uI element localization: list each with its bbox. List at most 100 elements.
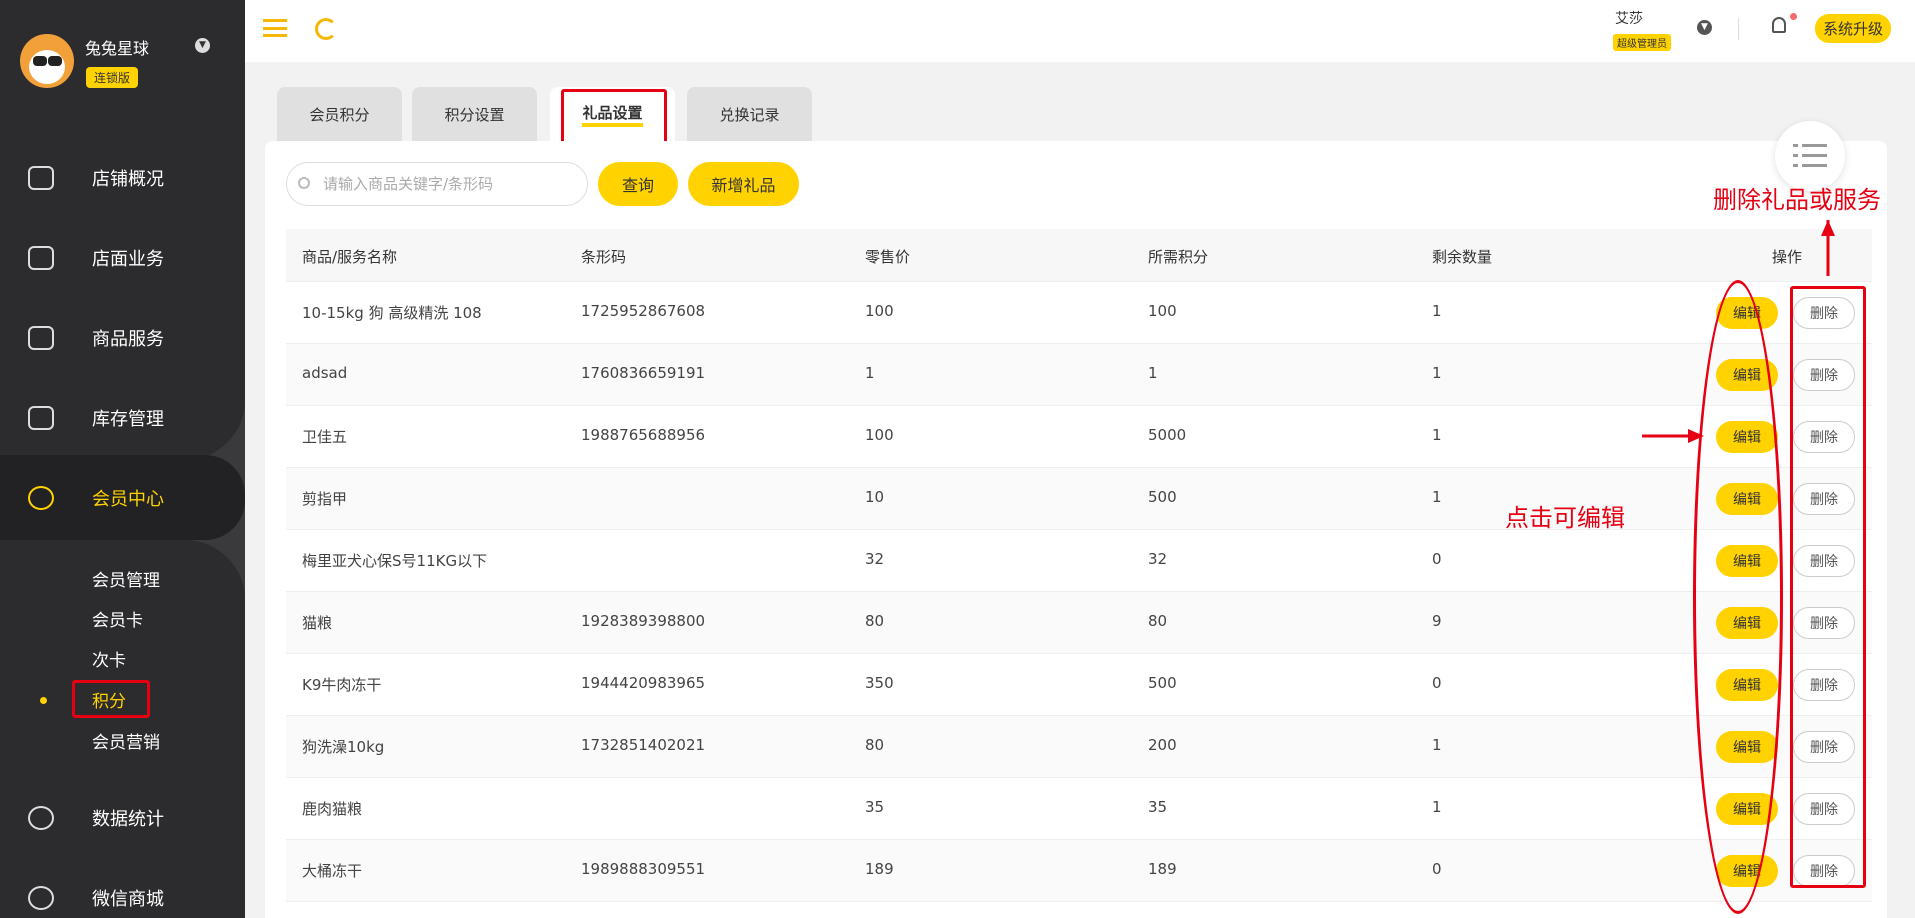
cell-stock: 0 (1432, 674, 1442, 692)
cell-points: 32 (1148, 550, 1168, 568)
table-row: 猫粮 1928389398800 80 80 9 编辑 删除 (286, 592, 1872, 654)
annotation-delete-note: 删除礼品或服务 (1713, 186, 1881, 214)
col-header-price: 零售价 (865, 248, 911, 266)
sub-item-member-card[interactable]: 会员卡 (92, 606, 143, 631)
list-icon-dot (1793, 154, 1798, 157)
table-row: 卫佳五 1988765688956 100 5000 1 编辑 删除 (286, 406, 1872, 468)
table-row: 剪指甲 10 500 1 编辑 删除 (286, 468, 1872, 530)
cell-name: 大桶冻干 (302, 862, 363, 880)
list-icon-line (1802, 154, 1827, 157)
cell-name: 猫粮 (302, 614, 333, 632)
sidebar-item-store-business[interactable]: 店面业务 (0, 238, 245, 278)
cell-price: 100 (865, 302, 894, 320)
sidebar-item-label: 数据统计 (92, 809, 164, 830)
chart-icon (28, 806, 54, 830)
table-row: 10-15kg 狗 高级精洗 108 1725952867608 100 100 1 编辑… (286, 282, 1872, 344)
add-gift-button[interactable]: 新增礼品 (688, 162, 799, 206)
user-role-badge: 超级管理员 (1613, 34, 1671, 51)
cell-price: 80 (865, 612, 885, 630)
cell-barcode: 1725952867608 (581, 302, 706, 320)
cell-stock: 0 (1432, 860, 1442, 878)
cell-name: 梅里亚犬心保S号11KG以下 (302, 552, 488, 570)
cell-points: 500 (1148, 674, 1177, 692)
cell-stock: 1 (1432, 426, 1442, 444)
tab-member-points[interactable]: 会员积分 (277, 87, 402, 141)
sidebar-item-label: 库存管理 (92, 409, 164, 430)
table-row: 梅里亚犬心保S号11KG以下 32 32 0 编辑 删除 (286, 530, 1872, 592)
sidebar-item-wechat-mall[interactable]: 微信商城 (0, 878, 245, 918)
col-header-barcode: 条形码 (581, 248, 627, 266)
sidebar: 兔兔星球 连锁版 ▼ 店铺概况 店面业务 商品服务 库存管理 会员中心 会员管理… (0, 0, 245, 918)
cell-price: 189 (865, 860, 894, 878)
col-header-name: 商品/服务名称 (302, 248, 398, 266)
list-icon-dot (1793, 164, 1798, 167)
user-chevron-down-icon[interactable]: ▼ (1697, 20, 1712, 35)
cell-barcode: 1928389398800 (581, 612, 706, 630)
wechat-icon (28, 886, 54, 910)
cell-price: 100 (865, 426, 894, 444)
sidebar-item-statistics[interactable]: 数据统计 (0, 798, 245, 838)
sidebar-item-label: 店铺概况 (92, 169, 164, 190)
tab-points-settings[interactable]: 积分设置 (412, 87, 537, 141)
cell-points: 35 (1148, 798, 1168, 816)
cell-points: 500 (1148, 488, 1177, 506)
shop-switch-chevron-down-icon[interactable]: ▼ (195, 38, 210, 53)
sidebar-item-store-overview[interactable]: 店铺概况 (0, 158, 245, 198)
system-upgrade-button[interactable]: 系统升级 (1815, 14, 1892, 43)
cell-price: 32 (865, 550, 885, 568)
avatar-face (29, 50, 65, 84)
annotation-points-highlight (72, 680, 150, 718)
cell-points: 80 (1148, 612, 1168, 630)
top-header: 艾莎 超级管理员 ▼ 系统升级 (245, 0, 1915, 62)
cell-stock: 0 (1432, 550, 1442, 568)
col-header-stock: 剩余数量 (1432, 248, 1493, 266)
sidebar-item-label: 会员中心 (92, 489, 164, 510)
table-header: 商品/服务名称 条形码 零售价 所需积分 剩余数量 操作 (286, 229, 1872, 282)
cell-barcode: 1988765688956 (581, 426, 706, 444)
cell-stock: 1 (1432, 302, 1442, 320)
sub-item-count-card[interactable]: 次卡 (92, 646, 126, 671)
list-icon (1793, 144, 1798, 147)
cell-name: adsad (302, 364, 348, 382)
search-input[interactable] (286, 162, 588, 206)
sidebar-item-label: 店面业务 (92, 249, 164, 270)
bag-icon (28, 326, 54, 350)
sub-item-member-management[interactable]: 会员管理 (92, 566, 160, 591)
sidebar-item-inventory[interactable]: 库存管理 (0, 398, 245, 438)
col-header-points: 所需积分 (1148, 248, 1209, 266)
annotation-edit-note: 点击可编辑 (1505, 504, 1625, 532)
query-button[interactable]: 查询 (598, 162, 678, 206)
shop-avatar[interactable] (20, 34, 74, 88)
cell-name: 鹿肉猫粮 (302, 800, 363, 818)
tab-label: 积分设置 (444, 105, 505, 124)
cell-price: 10 (865, 488, 885, 506)
avatar-glasses-left (33, 56, 47, 66)
header-divider (1738, 18, 1739, 40)
tab-redemption-records[interactable]: 兑换记录 (687, 87, 812, 141)
sidebar-item-label: 商品服务 (92, 329, 164, 350)
monitor-icon (28, 166, 54, 190)
tab-label: 兑换记录 (719, 105, 780, 124)
cell-points: 189 (1148, 860, 1177, 878)
cell-barcode: 1732851402021 (581, 736, 706, 754)
sub-item-member-marketing[interactable]: 会员营销 (92, 728, 160, 753)
sidebar-item-member-center[interactable]: 会员中心 (0, 478, 245, 518)
search-icon (298, 177, 310, 189)
cell-points: 1 (1148, 364, 1158, 382)
annotation-tab-highlight (561, 89, 667, 145)
bell-icon[interactable] (1772, 17, 1786, 33)
table-row: 狗洗澡10kg 1732851402021 80 200 1 编辑 删除 (286, 716, 1872, 778)
cell-name: 卫佳五 (302, 428, 348, 446)
refresh-icon[interactable] (315, 18, 337, 40)
cell-points: 100 (1148, 302, 1177, 320)
menu-icon[interactable] (263, 19, 287, 37)
table-row: K9牛肉冻干 1944420983965 350 500 0 编辑 删除 (286, 654, 1872, 716)
sidebar-item-products[interactable]: 商品服务 (0, 318, 245, 358)
cell-barcode: 1944420983965 (581, 674, 706, 692)
edition-badge: 连锁版 (86, 67, 139, 88)
cell-price: 80 (865, 736, 885, 754)
avatar-glasses-right (48, 56, 62, 66)
list-icon-line (1802, 164, 1827, 167)
cell-barcode: 1989888309551 (581, 860, 706, 878)
cell-stock: 1 (1432, 736, 1442, 754)
